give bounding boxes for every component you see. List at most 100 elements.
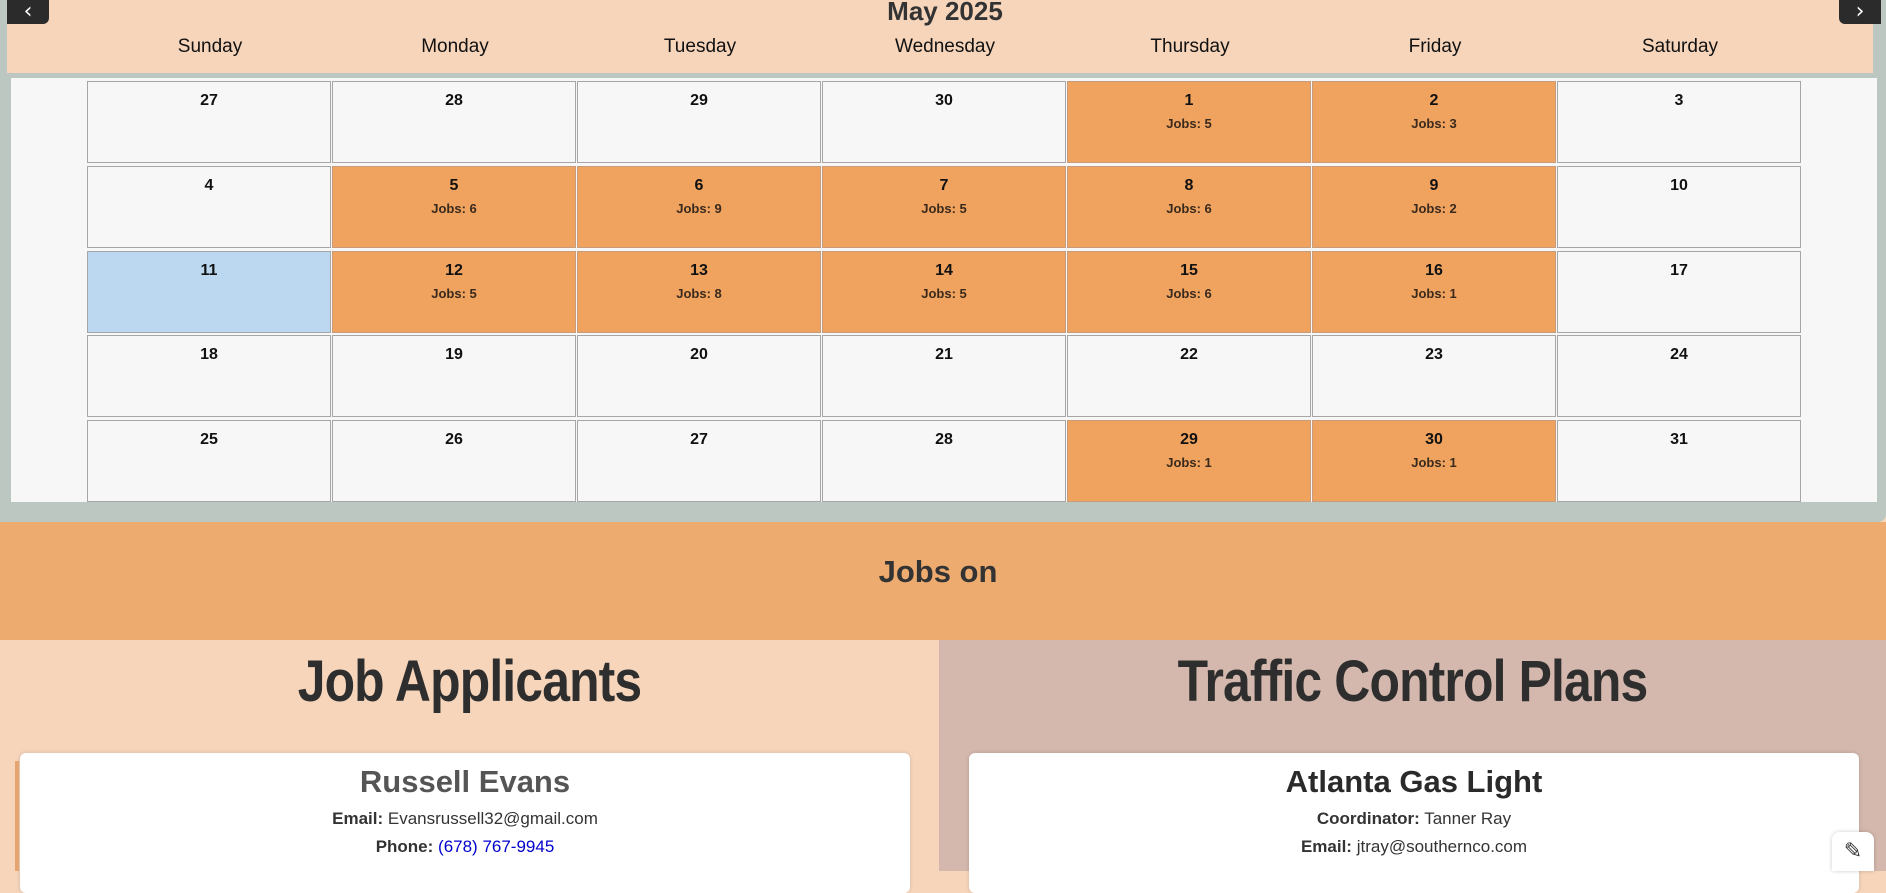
email-label: Email:	[332, 809, 384, 828]
calendar-day-cell[interactable]: 13 Jobs: 8	[577, 251, 821, 333]
email-label: Email:	[1300, 837, 1352, 856]
day-number: 28	[935, 431, 953, 448]
plan-coordinator-line: Coordinator: Tanner Ray	[969, 809, 1859, 829]
chevron-right-icon: ›	[1855, 0, 1865, 24]
calendar-day-cell[interactable]: 7 Jobs: 5	[822, 166, 1066, 248]
day-job-count: Jobs: 6	[1166, 201, 1212, 216]
day-number: 14	[935, 262, 953, 279]
phone-label: Phone:	[375, 837, 434, 856]
day-number: 27	[690, 431, 708, 448]
day-number: 27	[200, 92, 218, 109]
plan-card[interactable]: Atlanta Gas Light Coordinator: Tanner Ra…	[969, 753, 1859, 893]
calendar-day-cell[interactable]: 1 Jobs: 5	[1067, 81, 1311, 163]
calendar-day-cell[interactable]: 27	[577, 420, 821, 502]
day-job-count: Jobs: 1	[1411, 455, 1457, 470]
calendar-day-cell[interactable]: 9 Jobs: 2	[1312, 166, 1556, 248]
plan-company-name: Atlanta Gas Light	[1285, 764, 1543, 799]
applicant-card[interactable]: Russell Evans Email: Evansrussell32@gmai…	[20, 753, 910, 893]
calendar-day-cell[interactable]: 20	[577, 335, 821, 417]
calendar-day-cell[interactable]: 16 Jobs: 1	[1312, 251, 1556, 333]
day-job-count: Jobs: 5	[921, 201, 967, 216]
calendar-day-cell[interactable]: 5 Jobs: 6	[332, 166, 576, 248]
left-card-accent	[15, 761, 19, 871]
weekday-wednesday: Wednesday	[895, 36, 995, 57]
calendar-day-cell[interactable]: 30	[822, 81, 1066, 163]
day-job-count: Jobs: 3	[1411, 116, 1457, 131]
calendar-day-cell[interactable]: 10	[1557, 166, 1801, 248]
weekday-monday: Monday	[421, 36, 489, 57]
weekday-friday: Friday	[1408, 36, 1462, 57]
calendar-day-cell[interactable]: 6 Jobs: 9	[577, 166, 821, 248]
traffic-control-plans-title: Traffic Control Plans	[1177, 649, 1649, 714]
calendar-day-cell[interactable]: 28	[822, 420, 1066, 502]
day-number: 6	[694, 177, 704, 194]
day-number: 13	[690, 262, 708, 279]
day-job-count: Jobs: 6	[431, 201, 477, 216]
calendar-day-cell[interactable]: 22	[1067, 335, 1311, 417]
calendar-day-cell[interactable]: 23	[1312, 335, 1556, 417]
day-number: 8	[1184, 177, 1194, 194]
coordinator-label: Coordinator:	[1316, 809, 1420, 828]
applicant-phone-link[interactable]: (678) 767-9945	[438, 837, 554, 856]
day-job-count: Jobs: 5	[1166, 116, 1212, 131]
weekday-tuesday: Tuesday	[663, 36, 737, 57]
day-number: 29	[1180, 431, 1198, 448]
day-number: 20	[690, 346, 708, 363]
day-number: 18	[200, 346, 218, 363]
next-month-button[interactable]: ›	[1839, 0, 1881, 24]
calendar: ‹ May 2025 › Sunday Monday Tuesday Wedne…	[0, 0, 1886, 522]
calendar-day-cell[interactable]: 28	[332, 81, 576, 163]
day-number: 30	[935, 92, 953, 109]
day-number: 29	[690, 92, 708, 109]
calendar-day-cell[interactable]: 11	[87, 251, 331, 333]
calendar-day-cell[interactable]: 30 Jobs: 1	[1312, 420, 1556, 502]
day-job-count: Jobs: 2	[1411, 201, 1457, 216]
job-applicants-panel: Job Applicants Russell Evans Email: Evan…	[0, 640, 939, 893]
day-number: 31	[1670, 431, 1688, 448]
calendar-day-cell[interactable]: 29	[577, 81, 821, 163]
applicant-email: Evansrussell32@gmail.com	[387, 809, 598, 828]
calendar-day-cell[interactable]: 8 Jobs: 6	[1067, 166, 1311, 248]
day-number: 4	[204, 177, 214, 194]
calendar-day-cell[interactable]: 27	[87, 81, 331, 163]
day-number: 2	[1429, 92, 1439, 109]
calendar-day-cell[interactable]: 24	[1557, 335, 1801, 417]
day-number: 19	[445, 346, 463, 363]
calendar-day-cell[interactable]: 3	[1557, 81, 1801, 163]
day-number: 28	[445, 92, 463, 109]
day-number: 22	[1180, 346, 1198, 363]
assistant-button[interactable]: ✎	[1832, 832, 1874, 871]
calendar-day-cell[interactable]: 15 Jobs: 6	[1067, 251, 1311, 333]
day-number: 9	[1429, 177, 1439, 194]
day-number: 5	[449, 177, 459, 194]
day-job-count: Jobs: 5	[921, 286, 967, 301]
calendar-day-cell[interactable]: 12 Jobs: 5	[332, 251, 576, 333]
applicant-phone-line: Phone: (678) 767-9945	[20, 837, 910, 857]
calendar-day-cell[interactable]: 25	[87, 420, 331, 502]
day-number: 25	[200, 431, 218, 448]
calendar-day-cell[interactable]: 17	[1557, 251, 1801, 333]
weekday-sunday: Sunday	[177, 36, 243, 57]
weekday-saturday: Saturday	[1641, 36, 1719, 57]
day-number: 3	[1674, 92, 1684, 109]
day-number: 12	[445, 262, 463, 279]
calendar-day-cell[interactable]: 26	[332, 420, 576, 502]
day-number: 16	[1425, 262, 1443, 279]
calendar-day-cell[interactable]: 21	[822, 335, 1066, 417]
calendar-day-cell[interactable]: 4	[87, 166, 331, 248]
calendar-day-cell[interactable]: 29 Jobs: 1	[1067, 420, 1311, 502]
month-title: May 2025	[887, 0, 1003, 26]
calendar-day-cell[interactable]: 14 Jobs: 5	[822, 251, 1066, 333]
day-job-count: Jobs: 1	[1166, 455, 1212, 470]
jobs-banner: Jobs on	[0, 522, 1886, 640]
day-job-count: Jobs: 1	[1411, 286, 1457, 301]
applicant-email-line: Email: Evansrussell32@gmail.com	[20, 809, 910, 829]
plan-email: jtray@southernco.com	[1356, 837, 1528, 856]
day-number: 26	[445, 431, 463, 448]
applicant-name: Russell Evans	[359, 764, 571, 799]
calendar-day-cell[interactable]: 19	[332, 335, 576, 417]
job-applicants-title: Job Applicants	[297, 649, 642, 714]
calendar-day-cell[interactable]: 18	[87, 335, 331, 417]
calendar-day-cell[interactable]: 31	[1557, 420, 1801, 502]
calendar-day-cell[interactable]: 2 Jobs: 3	[1312, 81, 1556, 163]
